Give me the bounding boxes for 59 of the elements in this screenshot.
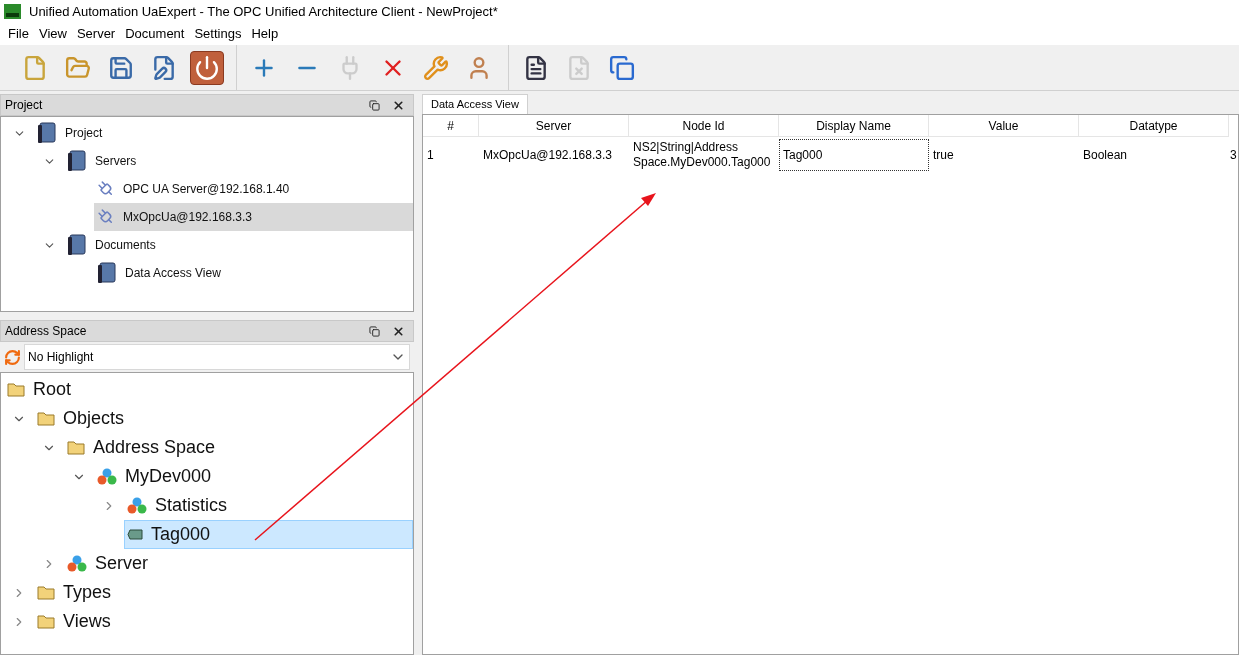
folder-icon bbox=[67, 440, 85, 455]
highlight-dropdown[interactable]: No Highlight bbox=[24, 344, 410, 370]
close-icon[interactable] bbox=[392, 324, 405, 338]
tree-item[interactable]: Statistics bbox=[124, 491, 413, 520]
table-cell: Tag000 bbox=[779, 139, 929, 171]
menu-item[interactable]: Help bbox=[246, 24, 284, 44]
table-cell-text: Boolean bbox=[1082, 146, 1129, 164]
folder-icon bbox=[37, 411, 55, 426]
tree-item[interactable]: Objects bbox=[34, 404, 413, 433]
column-header[interactable]: Value bbox=[929, 115, 1079, 137]
tree-item[interactable]: Address Space bbox=[64, 433, 413, 462]
book-icon bbox=[97, 262, 117, 284]
close-icon[interactable] bbox=[392, 98, 405, 112]
table-cell-text: true bbox=[932, 146, 955, 164]
book-icon bbox=[67, 150, 87, 172]
column-header[interactable]: Server bbox=[479, 115, 629, 137]
tree-item[interactable]: OPC UA Server@192.168.1.40 bbox=[94, 175, 413, 203]
column-header[interactable]: Datatype bbox=[1079, 115, 1229, 137]
menu-item[interactable]: Settings bbox=[189, 24, 247, 44]
tag-icon bbox=[127, 529, 143, 540]
column-header[interactable]: # bbox=[423, 115, 479, 137]
tree-item[interactable]: Root bbox=[4, 375, 413, 404]
menu-item[interactable]: File bbox=[3, 24, 34, 44]
float-icon[interactable] bbox=[369, 325, 380, 337]
column-header[interactable]: Display Name bbox=[779, 115, 929, 137]
cubes-icon bbox=[127, 496, 147, 515]
cubes-icon bbox=[67, 554, 87, 573]
table-cell-text: MxOpcUa@192.168.3.3 bbox=[482, 146, 613, 164]
table-cell-text: 1 bbox=[426, 146, 435, 164]
menu-item[interactable]: Server bbox=[71, 24, 121, 44]
refresh-icon[interactable] bbox=[4, 348, 21, 366]
book-icon bbox=[37, 122, 57, 144]
float-icon[interactable] bbox=[369, 99, 380, 111]
table-cell-text: 3 bbox=[1229, 146, 1238, 164]
tree-item[interactable]: Server bbox=[64, 549, 413, 578]
panel-title: Address Space bbox=[5, 323, 88, 340]
menu-item[interactable]: View bbox=[33, 24, 72, 44]
app-logo-icon bbox=[4, 4, 21, 19]
cubes-icon bbox=[97, 467, 117, 486]
book-icon bbox=[67, 234, 87, 256]
tree-item[interactable]: Types bbox=[34, 578, 413, 607]
menu-item[interactable]: Document bbox=[120, 24, 190, 44]
tree-item[interactable]: Data Access View bbox=[94, 259, 413, 287]
document-tab[interactable]: Data Access View bbox=[422, 94, 528, 114]
tree-item[interactable]: Documents bbox=[64, 231, 413, 259]
tree-item[interactable]: Views bbox=[34, 607, 413, 636]
tree-item[interactable]: MxOpcUa@192.168.3.3 bbox=[94, 203, 413, 231]
power-icon[interactable] bbox=[190, 50, 224, 85]
tree-item[interactable]: Servers bbox=[64, 147, 413, 175]
tree-item[interactable]: MyDev000 bbox=[94, 462, 413, 491]
panel-title: Project bbox=[5, 97, 44, 114]
column-header[interactable]: Node Id bbox=[629, 115, 779, 137]
folder-icon bbox=[37, 614, 55, 629]
table-cell-text: NS2|String|Address Space.MyDev000.Tag000 bbox=[632, 139, 772, 171]
window-title: Unified Automation UaExpert - The OPC Unified Architecture Client - NewProject* bbox=[29, 2, 498, 21]
folder-icon bbox=[37, 585, 55, 600]
tree-item[interactable]: Tag000 bbox=[124, 520, 413, 549]
folder-icon bbox=[7, 382, 25, 397]
tree-item[interactable]: Project bbox=[34, 119, 413, 147]
